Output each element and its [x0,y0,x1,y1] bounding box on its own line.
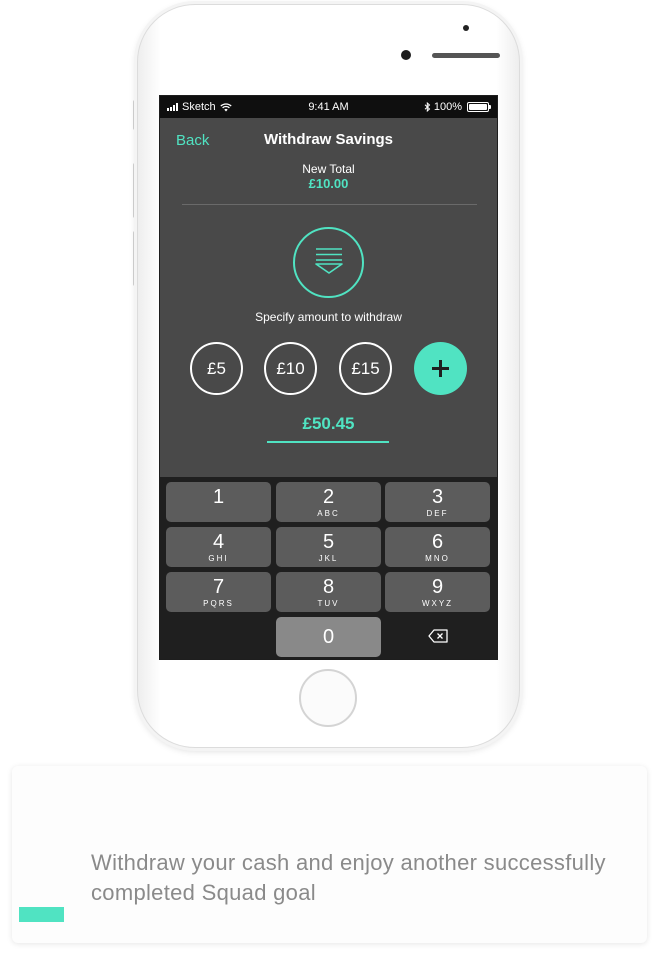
amount-5-button[interactable]: £5 [190,342,243,395]
delete-key[interactable] [385,617,490,657]
key-0[interactable]: 0 [276,617,381,657]
key-2[interactable]: 2 ABC [276,482,381,522]
home-button [299,669,357,727]
app-screen: Sketch 9:41 AM 100% Back Withdraw Saving… [159,95,498,660]
amount-10-button[interactable]: £10 [264,342,317,395]
key-7[interactable]: 7 PQRS [166,572,271,612]
key-3[interactable]: 3 DEF [385,482,490,522]
new-total-label: New Total [302,162,355,176]
key-1[interactable]: 1 [166,482,271,522]
backspace-icon [428,629,448,643]
key-8[interactable]: 8 TUV [276,572,381,612]
amount-15-button[interactable]: £15 [339,342,392,395]
status-bar: Sketch 9:41 AM 100% [160,96,497,118]
bluetooth-icon [424,102,431,112]
key-4[interactable]: 4 GHI [166,527,271,567]
page-title: Withdraw Savings [263,131,394,148]
add-amount-button[interactable] [414,342,467,395]
amount-input[interactable]: £50.45 [160,414,497,434]
proximity-sensor [463,25,469,31]
withdraw-icon [293,227,364,298]
amount-input-underline [267,441,389,443]
key-9[interactable]: 9 WXYZ [385,572,490,612]
numeric-keypad: 1 2 ABC 3 DEF 4 GHI 5 JKL 6 MNO 7 PQRS 8 TUV 9W… [160,477,497,659]
front-camera [401,50,411,60]
accent-bar [19,907,64,922]
plus-icon [432,360,449,377]
divider [182,204,477,205]
battery-percent: 100% [433,101,462,113]
earpiece-speaker [432,53,500,58]
new-total-value: £10.00 [308,176,349,191]
key-6[interactable]: 6 MNO [385,527,490,567]
battery-icon [467,102,491,112]
caption-card: Withdraw your cash and enjoy another suc… [12,766,647,943]
caption-text: Withdraw your cash and enjoy another suc… [91,850,606,905]
withdraw-prompt: Specify amount to withdraw [255,310,402,324]
key-5[interactable]: 5 JKL [276,527,381,567]
